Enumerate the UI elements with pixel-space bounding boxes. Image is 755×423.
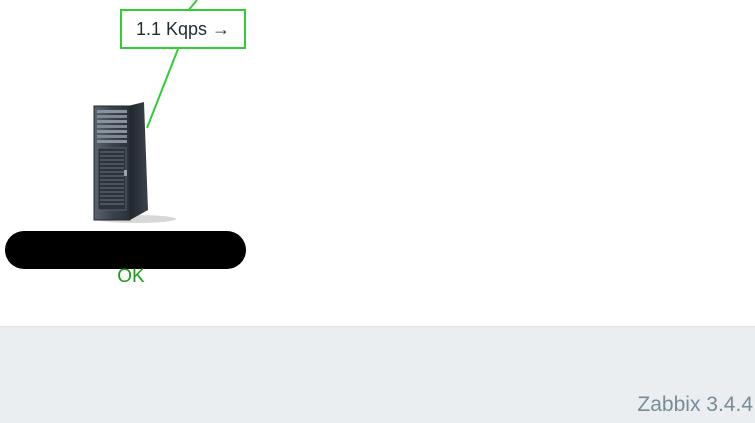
page-footer: Zabbix 3.4.4: [0, 326, 755, 423]
network-map: 1.1 Kqps → OK: [0, 0, 755, 326]
host-status-ok: OK: [117, 266, 145, 287]
server-icon[interactable]: [84, 100, 180, 228]
zabbix-version-link[interactable]: Zabbix 3.4.4: [637, 393, 753, 417]
link-traffic-label[interactable]: 1.1 Kqps →: [120, 9, 246, 49]
host-name-redacted: [5, 231, 246, 269]
